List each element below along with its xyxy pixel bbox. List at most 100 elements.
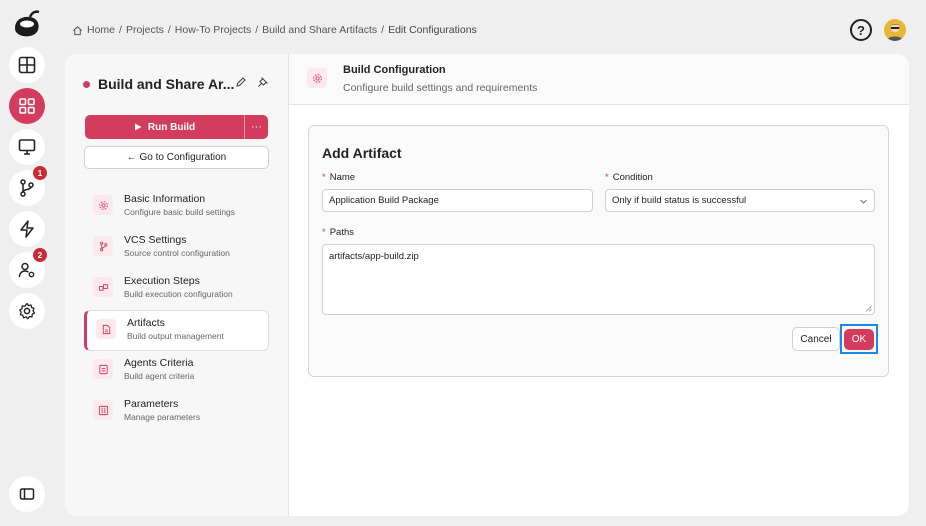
notification-badge: 1: [33, 166, 47, 180]
agent-icon: [93, 359, 113, 379]
rail-vcs-button[interactable]: 1: [9, 166, 47, 206]
config-title: Build Configuration: [343, 64, 446, 76]
monitor-icon: [18, 139, 36, 155]
nav-item-subtitle: Build agent criteria: [124, 371, 195, 381]
breadcrumb-home[interactable]: Home: [87, 24, 115, 36]
paths-label-text: Paths: [329, 227, 354, 238]
condition-label-text: Condition: [612, 172, 653, 183]
gear-icon: [93, 195, 113, 215]
config-nav: Basic Information Configure basic build s…: [84, 187, 269, 433]
run-build-button[interactable]: Run Build ···: [85, 115, 268, 139]
pin-icon[interactable]: [257, 76, 269, 88]
nav-item-title: Basic Information: [124, 193, 206, 205]
ok-button[interactable]: OK: [844, 328, 874, 350]
name-input-value: Application Build Package: [329, 195, 439, 206]
rail-settings-button[interactable]: [9, 293, 45, 329]
nav-item-subtitle: Build output management: [127, 331, 224, 341]
nav-item-title: Artifacts: [127, 317, 165, 329]
go-to-configuration-label: ← Go to Configuration: [126, 152, 227, 163]
sidebar-toggle-icon: [19, 488, 35, 500]
rail-dashboard-button[interactable]: [9, 47, 45, 83]
run-build-main[interactable]: Run Build: [85, 115, 244, 139]
form-title: Add Artifact: [322, 145, 402, 161]
cancel-label: Cancel: [800, 333, 832, 345]
go-to-configuration-button[interactable]: ← Go to Configuration: [84, 146, 269, 169]
cancel-button[interactable]: Cancel: [792, 327, 840, 351]
edit-icon[interactable]: [235, 76, 247, 88]
ok-label: OK: [851, 333, 867, 345]
parameters-icon: [93, 400, 113, 420]
breadcrumb-projects[interactable]: Projects: [126, 24, 164, 36]
required-mark: *: [322, 172, 326, 183]
user-avatar[interactable]: [884, 19, 906, 41]
rail-projects-button[interactable]: [9, 88, 45, 124]
notification-badge: 2: [33, 248, 47, 262]
more-icon: ···: [251, 121, 262, 133]
run-build-label: Run Build: [147, 121, 196, 133]
config-sidebar: Build and Share Ar... Run Build ··· ← Go…: [65, 54, 289, 516]
breadcrumb-separator: /: [119, 24, 122, 36]
config-subtitle: Configure build settings and requirement…: [343, 82, 538, 94]
branch-icon: [20, 179, 34, 197]
required-mark: *: [605, 172, 609, 183]
file-icon: [96, 319, 116, 339]
nav-item-subtitle: Source control configuration: [124, 248, 230, 258]
gear-icon: [19, 302, 36, 320]
build-title: Build and Share Ar...: [83, 76, 234, 92]
user-gear-icon: [18, 262, 35, 278]
lightning-icon: [20, 220, 34, 238]
breadcrumb-separator: /: [255, 24, 259, 36]
nav-item-subtitle: Build execution configuration: [124, 289, 233, 299]
app-logo[interactable]: [10, 8, 44, 42]
help-button[interactable]: ?: [850, 19, 872, 41]
nav-item-parameters[interactable]: Parameters Manage parameters: [84, 392, 269, 433]
nav-item-vcs-settings[interactable]: VCS Settings Source control configuration: [84, 228, 269, 269]
rail-agents-button[interactable]: 2: [9, 248, 47, 288]
name-label-text: Name: [329, 172, 356, 183]
build-name: Build and Share Ar...: [98, 76, 235, 92]
rail-monitor-button[interactable]: [9, 129, 45, 165]
nav-item-subtitle: Configure basic build settings: [124, 207, 236, 217]
home-icon[interactable]: [72, 25, 83, 36]
condition-select-value: Only if build status is successful: [612, 195, 747, 206]
run-build-more-button[interactable]: ···: [244, 115, 268, 139]
breadcrumb: Home / Projects / How-To Projects / Buil…: [72, 24, 477, 36]
paths-textarea-value: artifacts/app-build.zip: [329, 251, 419, 262]
nav-item-subtitle: Manage parameters: [124, 412, 201, 422]
rail-actions-button[interactable]: [9, 211, 45, 247]
nav-item-execution-steps[interactable]: Execution Steps Build execution configura…: [84, 269, 269, 310]
main-card: Build and Share Ar... Run Build ··· ← Go…: [65, 54, 909, 516]
name-label: * Name: [322, 172, 355, 183]
breadcrumb-separator: /: [381, 24, 385, 36]
breadcrumb-how-to-projects[interactable]: How-To Projects: [175, 24, 251, 36]
nav-item-title: Agents Criteria: [124, 357, 194, 369]
chevron-down-icon: [860, 199, 867, 204]
breadcrumb-build-and-share[interactable]: Build and Share Artifacts: [262, 24, 377, 36]
branch-icon: [93, 236, 113, 256]
nav-item-title: Parameters: [124, 398, 179, 410]
config-content: Build Configuration Configure build sett…: [289, 54, 909, 516]
nav-item-artifacts[interactable]: Artifacts Build output management: [84, 310, 269, 351]
nav-item-agents-criteria[interactable]: Agents Criteria Build agent criteria: [84, 351, 269, 392]
rail-collapse-button[interactable]: [9, 476, 45, 512]
dashboard-icon: [18, 56, 36, 74]
app-rail: 1 2: [0, 0, 54, 526]
gear-icon: [307, 68, 327, 88]
avatar-icon: [887, 23, 903, 41]
steps-icon: [93, 277, 113, 297]
nav-item-basic-information[interactable]: Basic Information Configure basic build s…: [84, 187, 269, 228]
condition-select[interactable]: Only if build status is successful: [605, 189, 875, 212]
title-tools: [235, 76, 269, 88]
breadcrumb-current: Edit Configurations: [388, 24, 477, 36]
nav-item-title: VCS Settings: [124, 234, 187, 246]
paths-textarea[interactable]: artifacts/app-build.zip: [322, 244, 875, 315]
name-input[interactable]: Application Build Package: [322, 189, 593, 212]
add-artifact-form: Add Artifact * Name Application Build Pac…: [308, 125, 889, 377]
required-mark: *: [322, 227, 326, 238]
paths-label: * Paths: [322, 227, 354, 238]
condition-label: * Condition: [605, 172, 653, 183]
nav-item-title: Execution Steps: [124, 275, 200, 287]
resize-handle-icon[interactable]: [865, 305, 872, 312]
config-header: Build Configuration Configure build sett…: [289, 54, 909, 105]
play-icon: [134, 123, 142, 131]
